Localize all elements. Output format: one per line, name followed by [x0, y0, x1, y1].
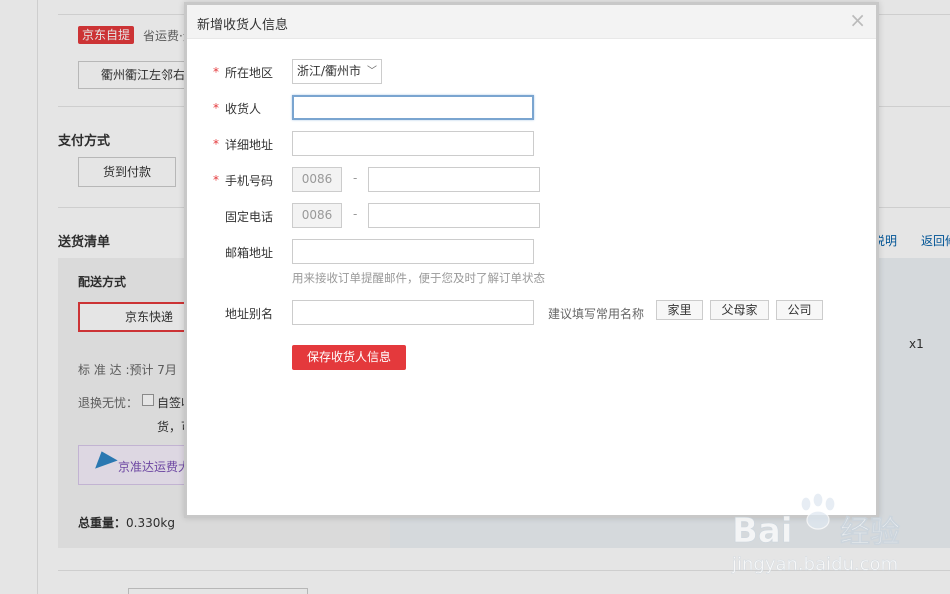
- add-consignee-dialog: 新增收货人信息 × * 所在地区 浙江/衢州市 ﹀ * 收货人 * 详细地址 * …: [184, 2, 879, 518]
- mobile-row: * 手机号码 0086 -: [187, 167, 876, 193]
- phone-row: 固定电话 0086 -: [187, 203, 876, 229]
- baidu-jingyan-watermark: Bai 经验 jingyan.baidu.com: [731, 492, 900, 575]
- required-mark: *: [213, 101, 219, 115]
- region-row: * 所在地区 浙江/衢州市 ﹀: [187, 59, 876, 85]
- dialog-header: 新增收货人信息 ×: [187, 5, 876, 39]
- email-input[interactable]: [292, 239, 534, 264]
- consignee-row: * 收货人: [187, 95, 876, 121]
- dialog-title: 新增收货人信息: [197, 18, 289, 33]
- mobile-label: 手机号码: [225, 174, 274, 188]
- region-select[interactable]: 浙江/衢州市 ﹀: [292, 59, 383, 84]
- watermark-brand: Bai: [732, 511, 793, 551]
- required-mark: *: [213, 65, 219, 79]
- address-row: * 详细地址: [187, 131, 876, 157]
- alias-label: 地址别名: [225, 307, 274, 321]
- consignee-label: 收货人: [225, 102, 262, 116]
- mobile-input[interactable]: [368, 167, 540, 192]
- email-row: 邮箱地址: [187, 239, 876, 265]
- email-hint: 用来接收订单提醒邮件，便于您及时了解订单状态: [292, 271, 545, 285]
- address-label: 详细地址: [225, 138, 274, 152]
- alias-tag-parents[interactable]: 父母家: [710, 300, 769, 320]
- region-value: 浙江/衢州市: [297, 64, 362, 78]
- phone-label: 固定电话: [225, 210, 274, 224]
- alias-input[interactable]: [292, 300, 534, 325]
- watermark-url: jingyan.baidu.com: [731, 554, 898, 575]
- phone-input[interactable]: [368, 203, 540, 228]
- paw-icon: [800, 492, 836, 530]
- chevron-down-icon: ﹀: [367, 66, 378, 77]
- required-mark: *: [213, 173, 219, 187]
- consignee-input[interactable]: [292, 95, 534, 120]
- alias-tag-home[interactable]: 家里: [656, 300, 703, 320]
- dash-separator: -: [353, 171, 358, 185]
- save-consignee-button[interactable]: 保存收货人信息: [292, 345, 406, 370]
- mobile-country-code: 0086: [292, 167, 342, 192]
- alias-row: 地址别名 建议填写常用名称 家里 父母家 公司: [187, 300, 876, 326]
- address-input[interactable]: [292, 131, 534, 156]
- required-mark: *: [213, 137, 219, 151]
- region-label: 所在地区: [225, 66, 274, 80]
- close-icon[interactable]: ×: [849, 10, 866, 30]
- alias-tag-company[interactable]: 公司: [776, 300, 823, 320]
- email-label: 邮箱地址: [225, 246, 274, 260]
- dash-separator: -: [353, 207, 358, 221]
- alias-suggest-text: 建议填写常用名称: [548, 307, 645, 321]
- watermark-brand-suffix: 经验: [840, 515, 900, 550]
- phone-country-code: 0086: [292, 203, 342, 228]
